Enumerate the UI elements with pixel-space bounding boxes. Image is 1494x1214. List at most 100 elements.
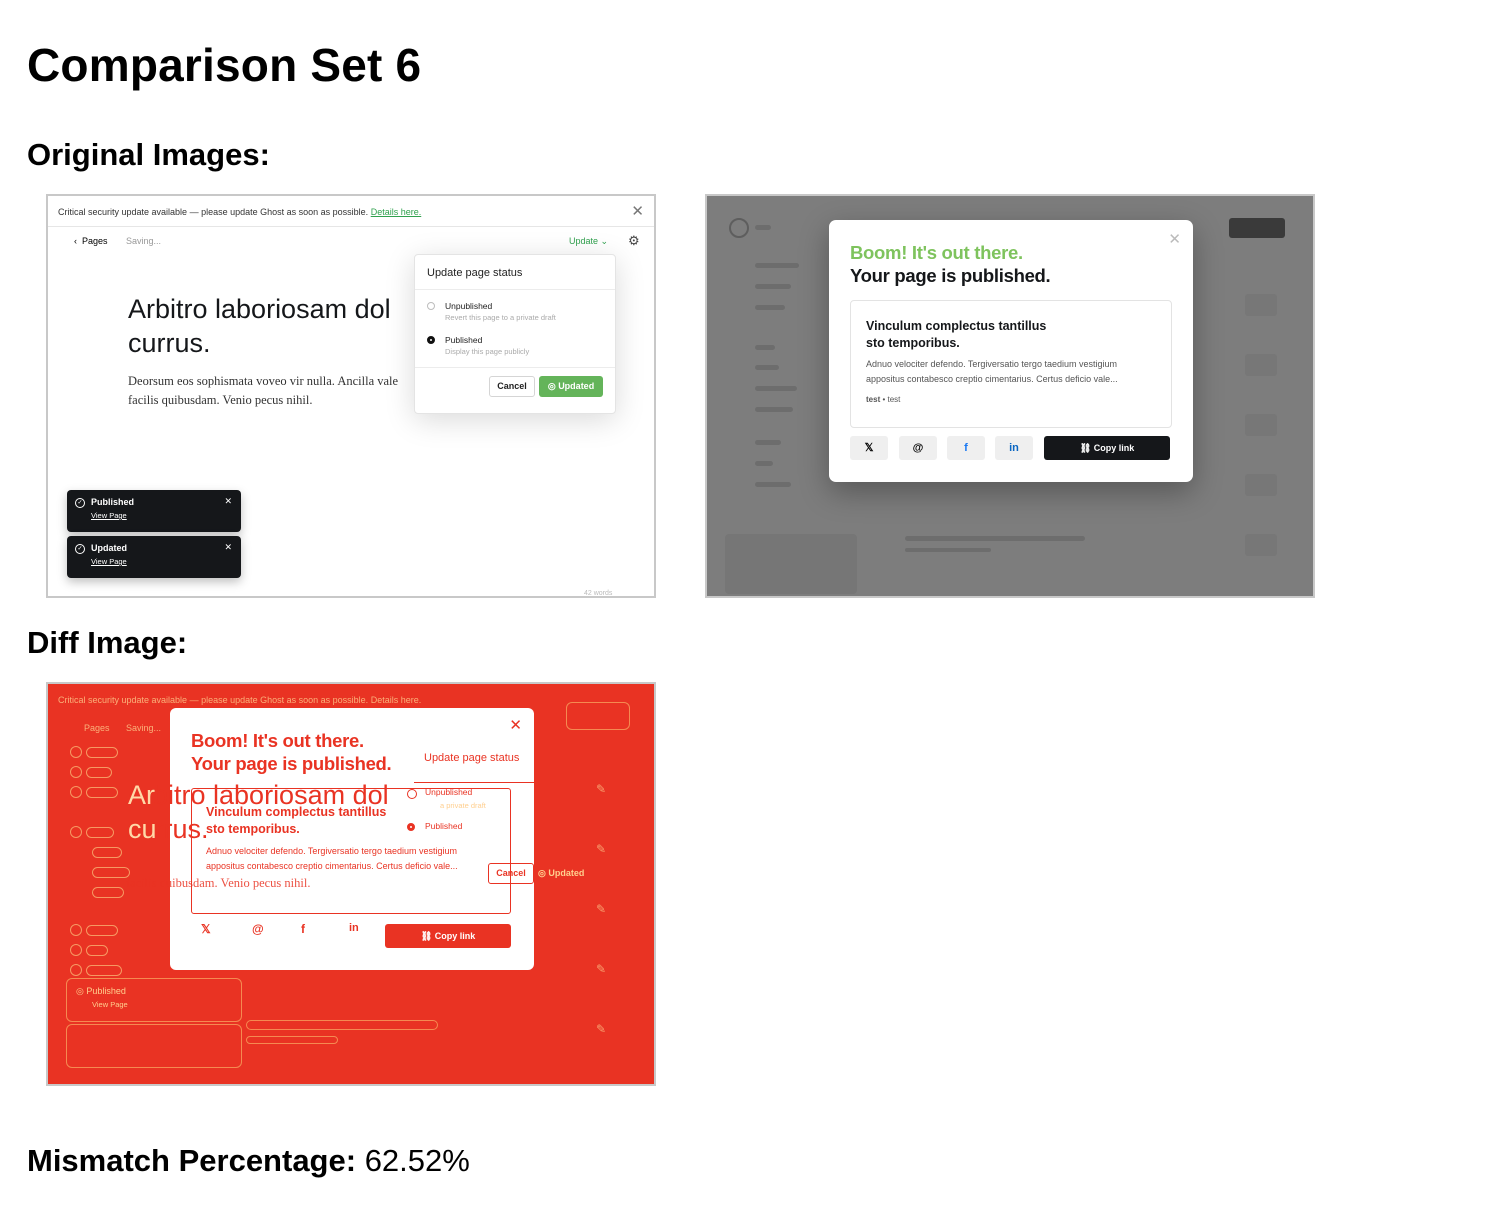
toast-title: Updated: [91, 543, 127, 553]
gear-icon[interactable]: ⚙: [628, 233, 640, 249]
close-icon[interactable]: ✕: [224, 542, 232, 553]
unpublished-radio[interactable]: [427, 302, 435, 310]
link-icon: ⛓: [1079, 443, 1092, 453]
card-title-line-2: sto temporibus.: [866, 336, 960, 350]
ghost-logo-icon: [729, 218, 749, 238]
back-label: Pages: [82, 236, 108, 246]
card-excerpt-line-2: appositus contabesco creptio cimentarius…: [866, 374, 1118, 384]
diff-subheadline: Your page is published.: [191, 753, 392, 774]
close-icon[interactable]: ✕: [224, 496, 232, 507]
banner-text: Critical security update available — ple…: [58, 207, 369, 217]
security-banner: Critical security update available — ple…: [48, 196, 654, 227]
divider: [415, 367, 615, 368]
saving-status: Saving...: [126, 236, 162, 246]
divider: [415, 289, 615, 290]
new-page-button[interactable]: [1229, 218, 1285, 238]
toast-title: Published: [91, 497, 135, 507]
diff-x-icon: 𝕏: [201, 922, 211, 936]
card-author: test: [866, 395, 881, 404]
toast-updated: ✓ Updated View Page ✕: [67, 536, 241, 578]
chevron-left-icon: ‹: [74, 236, 77, 246]
mismatch-value: 62.52%: [364, 1143, 470, 1178]
diff-popover-title: Update page status: [424, 752, 520, 764]
mismatch-percentage: Mismatch Percentage: 62.52%: [27, 1143, 470, 1179]
facebook-icon[interactable]: f: [947, 436, 985, 460]
boom-headline: Boom! It's out there.: [850, 242, 1023, 263]
diff-copy-link: ⛓ Copy link: [385, 924, 511, 948]
diff-body-line-2: facilis quibusdam. Venio pecus nihil.: [126, 876, 311, 890]
published-radio[interactable]: [427, 336, 435, 344]
cancel-button[interactable]: Cancel: [489, 376, 535, 397]
banner-details-link[interactable]: Details here.: [371, 207, 422, 217]
card-title: Vinculum complectus tantillus sto tempor…: [866, 318, 1046, 352]
link-icon: ⛓: [420, 931, 433, 941]
updated-button[interactable]: ◎ Updated: [539, 376, 603, 397]
view-page-link[interactable]: View Page: [91, 557, 127, 566]
diff-cancel: Cancel: [488, 863, 534, 884]
diff-banner-text: Critical security update available — ple…: [58, 695, 369, 705]
updated-label: Updated: [558, 381, 595, 391]
published-subheadline: Your page is published.: [850, 265, 1051, 286]
page-body[interactable]: Deorsum eos sophismata voveo vir nulla. …: [128, 372, 428, 410]
card-excerpt-line-1: Adnuo velociter defendo. Tergiversatio t…: [866, 359, 1117, 369]
original-image-editor: Critical security update available — ple…: [46, 194, 656, 598]
diff-banner-link: Details here.: [370, 695, 422, 705]
diff-image: Critical security update available — ple…: [46, 682, 656, 1086]
diff-threads-icon: @: [252, 922, 264, 936]
unpublished-label: Unpublished: [445, 301, 493, 311]
page-heading[interactable]: Arbitro laboriosam dol currus.: [128, 292, 428, 360]
published-label: Published: [445, 335, 483, 345]
check-circle-icon: ✓: [75, 544, 85, 554]
copy-link-label: Copy link: [1093, 443, 1135, 453]
body-line-2: facilis quibusdam. Venio pecus nihil.: [128, 393, 313, 407]
diff-published-label: Published: [425, 821, 463, 831]
original-image-publish-modal: ✕ Boom! It's out there. Your page is pub…: [705, 194, 1315, 598]
update-menu-button[interactable]: Update ⌄: [569, 236, 608, 247]
card-tag: test: [887, 395, 901, 404]
word-count: 42 words: [584, 590, 613, 597]
update-status-popover: Update page status Unpublished Revert th…: [414, 254, 616, 414]
diff-facebook-icon: f: [301, 922, 305, 936]
diff-unpublished-label: Unpublished: [425, 787, 473, 797]
back-to-pages[interactable]: ‹ Pages: [74, 236, 108, 246]
diff-modal-area: ✕ Boom! It's out there. Your page is pub…: [126, 708, 534, 970]
body-line-1: Deorsum eos sophismata voveo vir nulla. …: [128, 374, 399, 388]
diff-headline: Boom! It's out there.: [191, 730, 364, 751]
card-title-line-1: Vinculum complectus tantillus: [866, 319, 1047, 333]
original-images-heading: Original Images:: [27, 137, 270, 172]
diff-back-label: Pages: [84, 723, 110, 733]
chevron-down-icon: ⌄: [600, 236, 609, 246]
popover-title: Update page status: [427, 267, 523, 279]
diff-image-heading: Diff Image:: [27, 625, 188, 660]
diff-excerpt-line-2: appositus contabesco creptio cimentarius…: [206, 861, 458, 871]
diff-toast-title: Published: [86, 986, 126, 996]
page-title: Comparison Set 6: [27, 39, 422, 91]
check-circle-icon: ◎: [547, 381, 556, 391]
linkedin-icon[interactable]: in: [995, 436, 1033, 460]
publish-success-modal: ✕ Boom! It's out there. Your page is pub…: [829, 220, 1193, 482]
diff-excerpt-line-1: Adnuo velociter defendo. Tergiversatio t…: [206, 846, 457, 856]
heading-line-1: Arbitro laboriosam dol: [128, 294, 391, 324]
threads-icon[interactable]: @: [899, 436, 937, 460]
heading-line-2: currus.: [128, 328, 211, 358]
check-circle-icon: ✓: [75, 498, 85, 508]
close-icon[interactable]: ✕: [631, 202, 644, 220]
published-desc: Display this page publicly: [445, 347, 530, 356]
diff-card-title-line-2: sto temporibus.: [206, 822, 300, 836]
diff-linkedin-icon: in: [349, 922, 359, 934]
diff-card-title-line-1: Vinculum complectus tantillus: [206, 805, 387, 819]
close-icon[interactable]: ✕: [1168, 230, 1181, 248]
diff-toast-link: View Page: [92, 1000, 128, 1009]
update-label: Update: [569, 236, 599, 246]
page-preview-card[interactable]: Vinculum complectus tantillus sto tempor…: [850, 300, 1172, 428]
unpublished-desc: Revert this page to a private draft: [445, 313, 556, 322]
diff-saving: Saving...: [126, 723, 162, 733]
mismatch-label: Mismatch Percentage:: [27, 1143, 357, 1178]
card-excerpt: Adnuo velociter defendo. Tergiversatio t…: [866, 357, 1118, 387]
x-icon[interactable]: 𝕏: [850, 436, 888, 460]
diff-copy-link-label: Copy link: [434, 931, 476, 941]
diff-updated-label: Updated: [548, 868, 585, 878]
copy-link-button[interactable]: ⛓ Copy link: [1044, 436, 1170, 460]
view-page-link[interactable]: View Page: [91, 511, 127, 520]
card-meta: test • test: [866, 395, 901, 404]
